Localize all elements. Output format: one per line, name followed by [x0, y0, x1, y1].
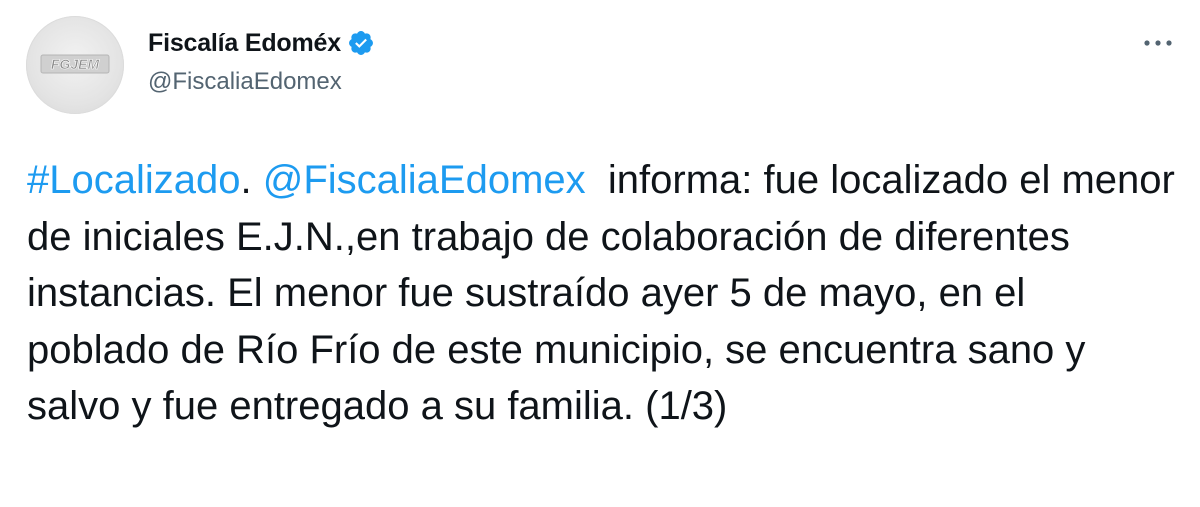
author-name-row: Fiscalía Edoméx: [148, 26, 375, 60]
mention-link[interactable]: @FiscaliaEdomex: [263, 158, 586, 202]
author-display-name[interactable]: Fiscalía Edoméx: [148, 29, 341, 58]
hashtag-link[interactable]: #Localizado: [27, 158, 241, 202]
tweet-card: FGJEM Fiscalía Edoméx @FiscaliaEdomex #L…: [0, 0, 1200, 507]
author-handle[interactable]: @FiscaliaEdomex: [148, 68, 342, 96]
svg-text:FGJEM: FGJEM: [51, 56, 100, 72]
more-horizontal-icon: [1144, 40, 1172, 46]
tweet-text: #Localizado. @FiscaliaEdomex informa: fu…: [27, 152, 1177, 435]
tweet-text-punct: .: [240, 158, 263, 202]
avatar[interactable]: FGJEM: [26, 16, 124, 114]
verified-badge-icon: [348, 31, 373, 55]
fgjem-logo-icon: FGJEM: [40, 54, 110, 74]
more-options-button[interactable]: [1140, 28, 1176, 58]
